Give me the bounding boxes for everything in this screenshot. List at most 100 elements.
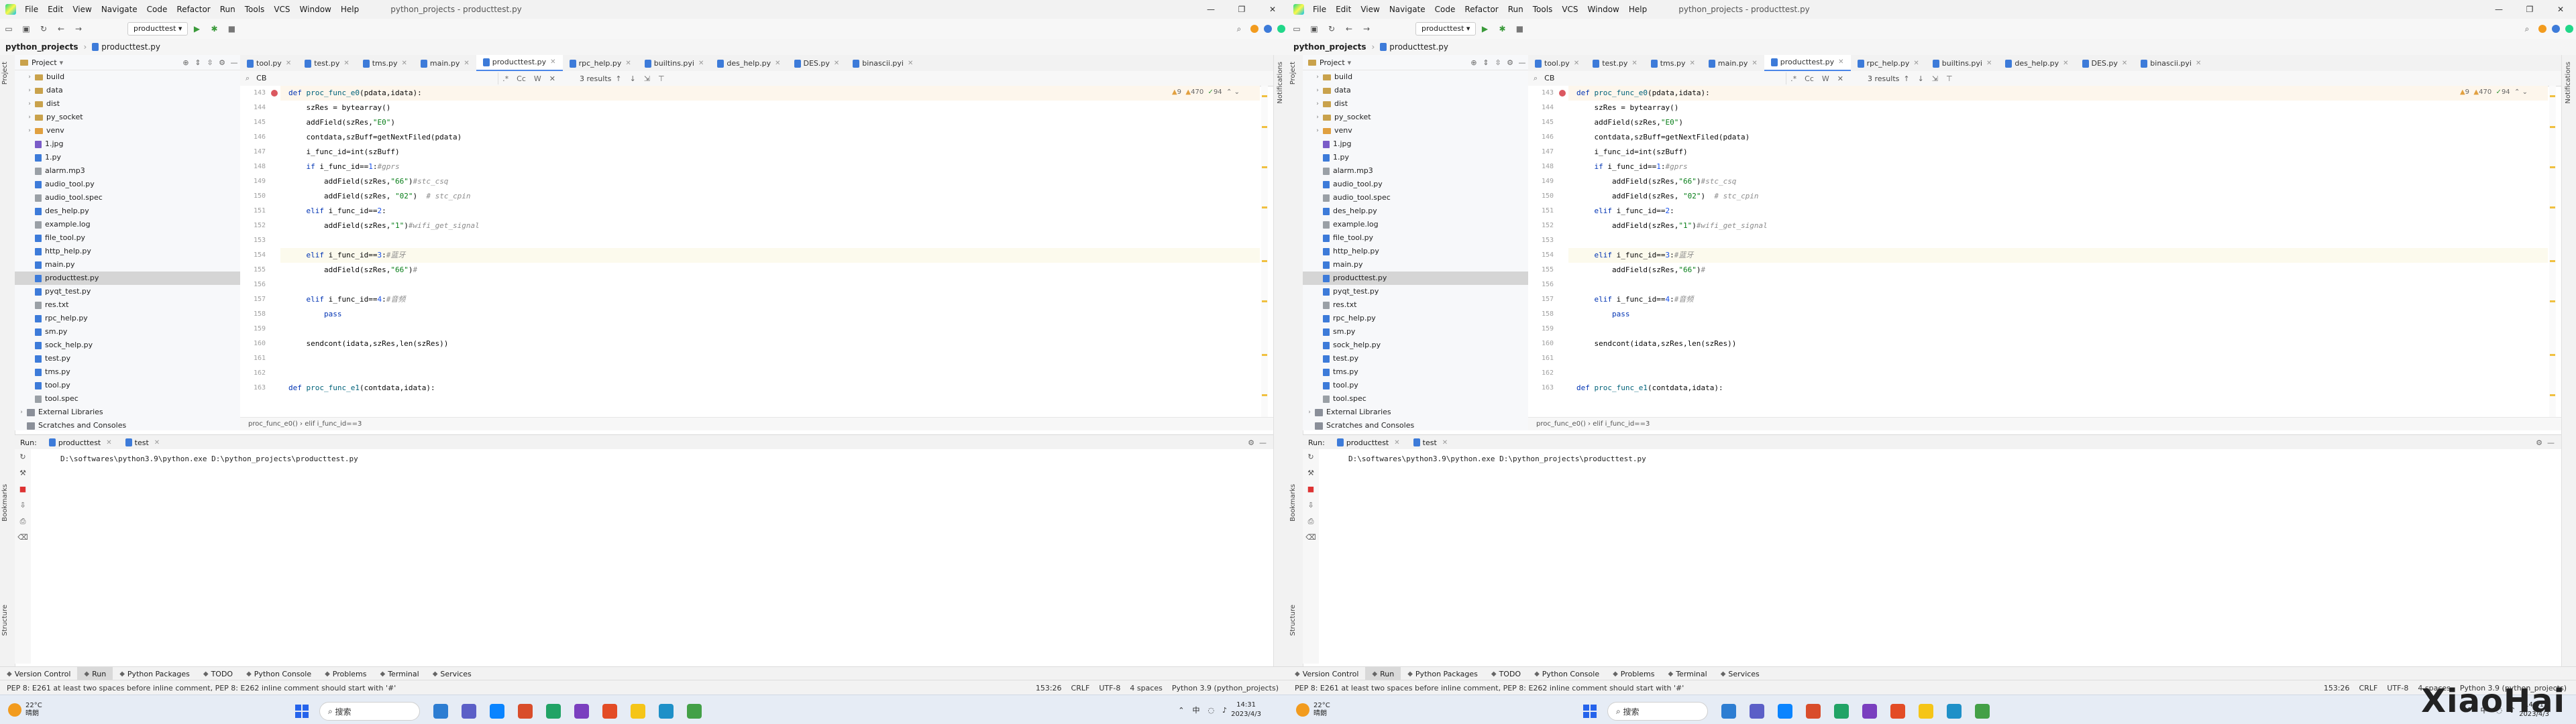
gear-icon[interactable]: ⚙ bbox=[1504, 58, 1516, 67]
editor-tab[interactable]: rpc_help.py ✕ bbox=[1851, 56, 1926, 71]
select-all-icon[interactable]: ⇲ bbox=[1932, 74, 1938, 83]
breakpoint-icon[interactable] bbox=[271, 90, 278, 97]
debug-icon[interactable]: ✱ bbox=[209, 23, 219, 34]
save-icon[interactable]: ▣ bbox=[21, 23, 32, 34]
close-icon[interactable]: ✕ bbox=[1838, 55, 1843, 70]
structure-tool-tab[interactable]: Structure bbox=[1, 605, 9, 636]
input-method[interactable]: 中 bbox=[1192, 705, 1199, 715]
tree-item[interactable]: test.py bbox=[15, 352, 240, 365]
minimize-icon[interactable]: — bbox=[2483, 5, 2514, 14]
tree-item[interactable]: audio_tool.spec bbox=[15, 191, 240, 204]
editor-tab[interactable]: des_help.py ✕ bbox=[710, 56, 787, 71]
filter-icon[interactable]: ⊤ bbox=[658, 74, 665, 83]
menu-item-run[interactable]: Run bbox=[215, 5, 240, 14]
run-config-select[interactable]: producttest ▾ bbox=[127, 22, 189, 36]
status-message[interactable]: PEP 8: E261 at least two spaces before i… bbox=[7, 684, 396, 692]
app-icon[interactable] bbox=[1975, 704, 1990, 719]
line-separator[interactable]: CRLF bbox=[2359, 684, 2378, 692]
code-editor[interactable]: ▲9 ▲470 ✓94 ⌃ ⌄ def proc_func_e0(pdata,i… bbox=[280, 86, 1260, 417]
close-icon[interactable]: ✕ bbox=[1986, 56, 1992, 71]
weather-widget[interactable]: 22°C 晴朗 bbox=[8, 702, 42, 718]
editor-tab[interactable]: main.py ✕ bbox=[1702, 56, 1764, 71]
words-icon[interactable]: W bbox=[534, 74, 541, 83]
edge-icon[interactable] bbox=[1778, 704, 1792, 719]
tool-window-terminal[interactable]: ◆ Terminal bbox=[1662, 667, 1714, 680]
chrome-icon[interactable] bbox=[1890, 704, 1905, 719]
tool-window-services[interactable]: ◆ Services bbox=[1714, 667, 1766, 680]
breakpoint-icon[interactable] bbox=[1559, 90, 1566, 97]
windows-start-icon[interactable] bbox=[295, 705, 309, 718]
chevron-right-icon[interactable]: › bbox=[1313, 84, 1322, 97]
plugin-icon[interactable] bbox=[2565, 25, 2573, 33]
chevron-right-icon[interactable]: › bbox=[25, 70, 34, 84]
chevron-right-icon[interactable]: › bbox=[1313, 97, 1322, 111]
file-encoding[interactable]: UTF-8 bbox=[1099, 684, 1120, 692]
tree-item[interactable]: file_tool.py bbox=[1303, 231, 1528, 245]
update-icon[interactable] bbox=[1250, 25, 1258, 33]
tree-item[interactable]: › build bbox=[1303, 70, 1528, 84]
tree-item[interactable]: Scratches and Consoles bbox=[1303, 419, 1528, 432]
menu-item-refactor[interactable]: Refactor bbox=[1460, 5, 1503, 14]
tool-window-python-packages[interactable]: ◆ Python Packages bbox=[113, 667, 197, 680]
menu-item-run[interactable]: Run bbox=[1503, 5, 1528, 14]
indent-setting[interactable]: 4 spaces bbox=[1130, 684, 1163, 692]
editor-tab[interactable]: test.py ✕ bbox=[1586, 56, 1644, 71]
cursor-position[interactable]: 153:26 bbox=[2324, 684, 2350, 692]
chevron-right-icon[interactable]: › bbox=[25, 111, 34, 124]
tool-window-version-control[interactable]: ◆ Version Control bbox=[0, 667, 77, 680]
structure-tool-tab[interactable]: Structure bbox=[1289, 605, 1297, 636]
vs-icon[interactable] bbox=[574, 704, 589, 719]
network-icon[interactable]: ◌ bbox=[1208, 706, 1214, 715]
menu-item-window[interactable]: Window bbox=[295, 5, 336, 14]
tree-item[interactable]: › py_socket bbox=[15, 111, 240, 124]
weather-widget[interactable]: 22°C 晴朗 bbox=[1296, 702, 1330, 718]
breadcrumb-root[interactable]: python_projects bbox=[1293, 42, 1366, 52]
editor-tab[interactable]: binascii.pyi ✕ bbox=[2134, 56, 2208, 71]
notifications-tool-tab[interactable]: Notifications bbox=[1277, 62, 1284, 104]
tree-item[interactable]: des_help.py bbox=[15, 204, 240, 218]
find-input[interactable]: CB bbox=[256, 72, 499, 84]
tree-item[interactable]: main.py bbox=[15, 258, 240, 272]
tool-window-services[interactable]: ◆ Services bbox=[426, 667, 478, 680]
tree-item[interactable]: sock_help.py bbox=[1303, 339, 1528, 352]
tree-item[interactable]: http_help.py bbox=[1303, 245, 1528, 258]
filter-icon[interactable]: ⊤ bbox=[1946, 74, 1953, 83]
menu-item-help[interactable]: Help bbox=[336, 5, 364, 14]
editor-tab[interactable]: DES.py ✕ bbox=[2076, 56, 2135, 71]
close-icon[interactable]: ✕ bbox=[2545, 5, 2576, 14]
tree-item[interactable]: file_tool.py bbox=[15, 231, 240, 245]
editor-tab[interactable]: main.py ✕ bbox=[414, 56, 476, 71]
scroll-end-icon[interactable]: ⇩ bbox=[1303, 497, 1319, 514]
editor-tab[interactable]: test.py ✕ bbox=[298, 56, 356, 71]
run-tab-test[interactable]: test ✕ bbox=[119, 438, 167, 447]
select-all-icon[interactable]: ⇲ bbox=[644, 74, 650, 83]
editor-scrollbar[interactable] bbox=[2549, 86, 2556, 417]
tool-window-python-console[interactable]: ◆ Python Console bbox=[1527, 667, 1606, 680]
bookmarks-tool-tab[interactable]: Bookmarks bbox=[1289, 484, 1297, 522]
tree-item[interactable]: sock_help.py bbox=[15, 339, 240, 352]
clear-icon[interactable]: ✕ bbox=[1837, 74, 1843, 83]
line-number-gutter[interactable]: 143 144 145 146 147 148 149 150 151 152 153 154 155 1… bbox=[1528, 86, 1569, 417]
print-icon[interactable]: ⎙ bbox=[1303, 514, 1319, 530]
close-icon[interactable]: ✕ bbox=[464, 56, 469, 71]
close-icon[interactable]: ✕ bbox=[343, 56, 349, 71]
tool-window-problems[interactable]: ◆ Problems bbox=[1606, 667, 1661, 680]
project-panel-title[interactable]: Project bbox=[32, 58, 57, 67]
vs-icon[interactable] bbox=[1862, 704, 1877, 719]
tree-item[interactable]: alarm.mp3 bbox=[15, 164, 240, 178]
regex-icon[interactable]: .* bbox=[502, 74, 508, 83]
close-icon[interactable]: ✕ bbox=[625, 56, 631, 71]
run-console[interactable]: D:\softwares\python3.9\python.exe D:\pyt… bbox=[1319, 449, 2561, 664]
tree-item[interactable]: example.log bbox=[1303, 218, 1528, 231]
folder-icon[interactable] bbox=[1919, 704, 1933, 719]
bookmarks-tool-tab[interactable]: Bookmarks bbox=[1, 484, 9, 522]
chevron-right-icon[interactable]: › bbox=[25, 84, 34, 97]
tree-item[interactable]: tms.py bbox=[15, 365, 240, 379]
close-icon[interactable]: ✕ bbox=[286, 56, 291, 71]
taskbar-search[interactable]: ⌕ 搜索 bbox=[1607, 702, 1708, 721]
run-console[interactable]: D:\softwares\python3.9\python.exe D:\pyt… bbox=[31, 449, 1273, 664]
up-icon[interactable]: ⌃ bbox=[2514, 88, 2520, 96]
file-explorer-icon[interactable] bbox=[433, 704, 448, 719]
back-icon[interactable]: ← bbox=[56, 23, 66, 34]
up-icon[interactable]: ⌃ bbox=[1226, 88, 1232, 96]
